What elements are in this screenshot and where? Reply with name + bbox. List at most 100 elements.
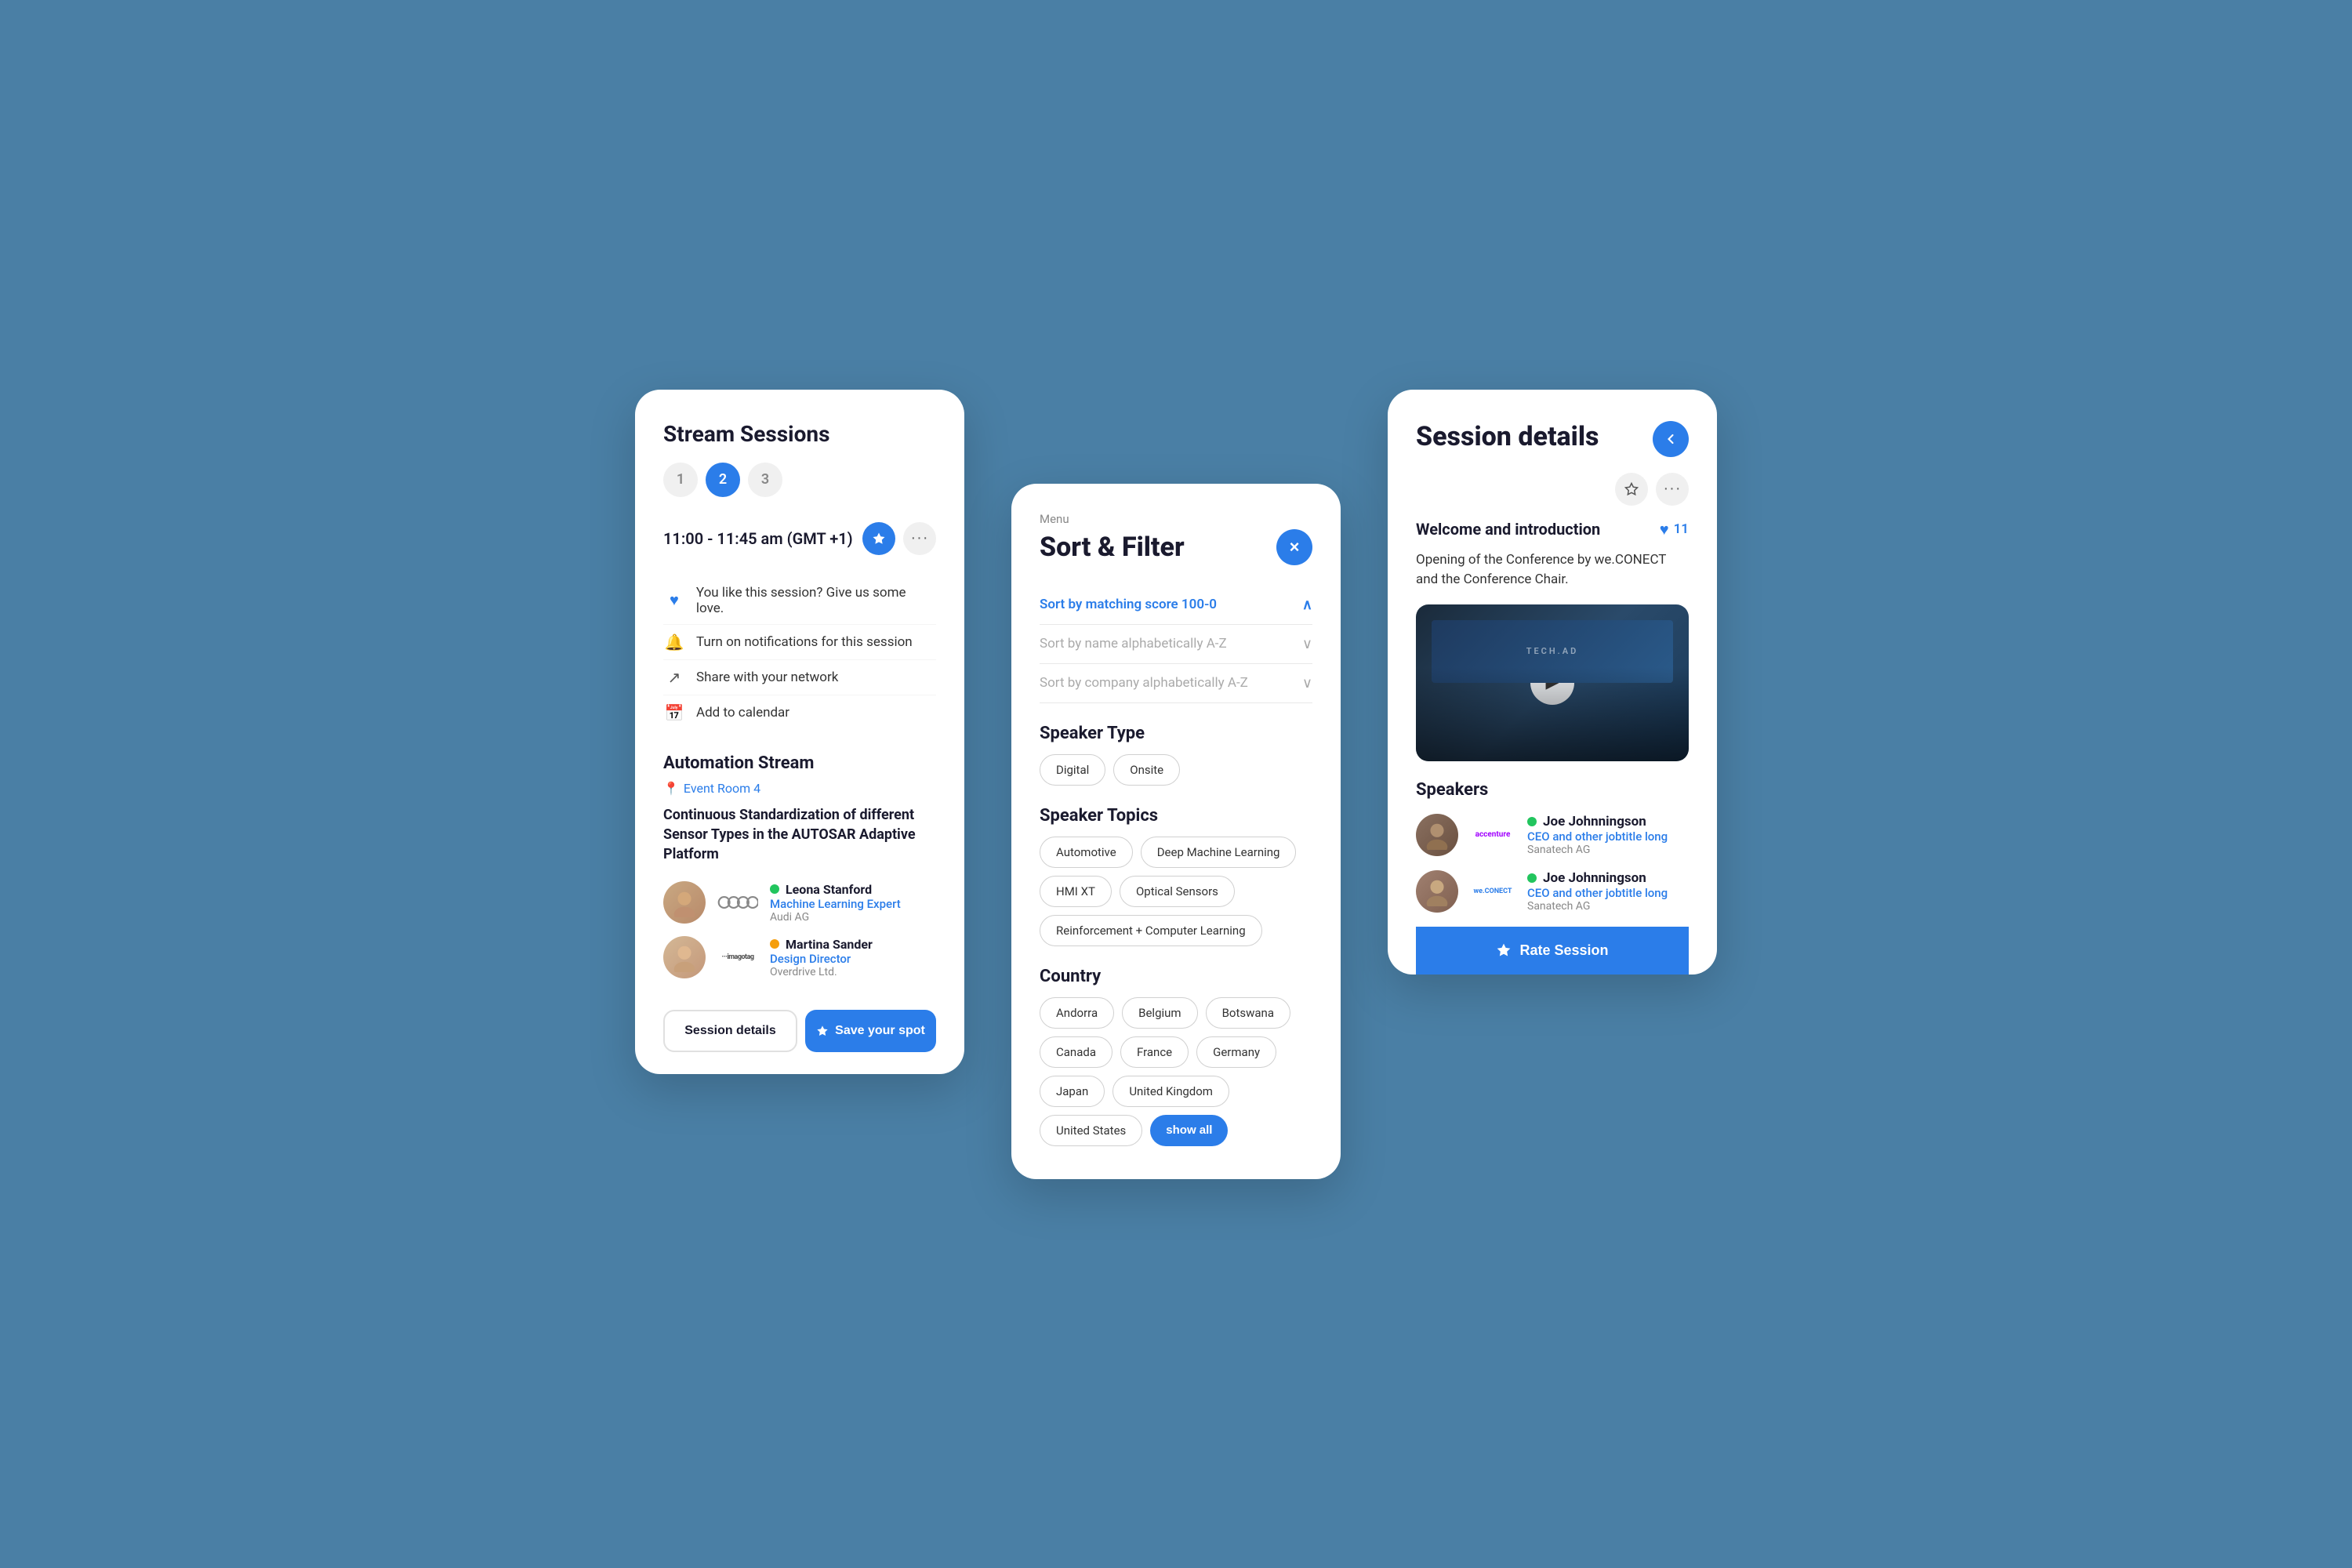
session-bookmark-button[interactable] xyxy=(1615,473,1648,506)
speaker-type-title: Speaker Type xyxy=(1040,724,1312,743)
chevron-up-icon: ∧ xyxy=(1302,597,1312,613)
heart-icon: ♥ xyxy=(663,590,685,610)
tag-botswana[interactable]: Botswana xyxy=(1206,997,1290,1029)
tag-digital[interactable]: Digital xyxy=(1040,754,1105,786)
tag-uk[interactable]: United Kingdom xyxy=(1112,1076,1229,1107)
location-pin-icon: 📍 xyxy=(663,781,679,796)
speaker-name: Martina Sander xyxy=(786,937,873,952)
rate-session-button[interactable]: Rate Session xyxy=(1416,927,1689,975)
like-count: ♥ 11 xyxy=(1660,520,1689,539)
session-speaker-joe2: we.CONECT Joe Johnningson CEO and other … xyxy=(1416,870,1689,913)
more-options-button[interactable]: ··· xyxy=(903,522,936,555)
speaker-company: Overdrive Ltd. xyxy=(770,966,873,978)
session-speaker-company-2: Sanatech AG xyxy=(1527,900,1668,913)
menu-label: Menu xyxy=(1040,512,1312,526)
calendar-action[interactable]: 📅 Add to calendar xyxy=(663,695,936,730)
bell-icon: 🔔 xyxy=(663,633,685,652)
tag-optical[interactable]: Optical Sensors xyxy=(1120,876,1235,907)
session-speaker-name: Joe Johnningson xyxy=(1543,814,1646,829)
automation-stream-title: Automation Stream xyxy=(663,753,936,773)
save-spot-button[interactable]: Save your spot xyxy=(805,1010,936,1052)
country-tags: Andorra Belgium Botswana Canada France G… xyxy=(1040,997,1312,1146)
sort-option-company[interactable]: Sort by company alphabetically A-Z ∨ xyxy=(1040,664,1312,703)
time-row: 11:00 - 11:45 am (GMT +1) ··· xyxy=(663,522,936,555)
tab-3[interactable]: 3 xyxy=(748,463,782,497)
speaker-topics-title: Speaker Topics xyxy=(1040,806,1312,826)
speaker-avatar-joe2 xyxy=(1416,870,1458,913)
notification-action[interactable]: 🔔 Turn on notifications for this session xyxy=(663,625,936,660)
rate-session-label: Rate Session xyxy=(1519,942,1608,959)
country-title: Country xyxy=(1040,967,1312,986)
tag-automotive[interactable]: Automotive xyxy=(1040,837,1133,868)
session-details-card: Session details ··· Welcome and introduc… xyxy=(1388,390,1717,975)
session-speaker-role-2: CEO and other jobtitle long xyxy=(1527,886,1668,900)
action-list: ♥ You like this session? Give us some lo… xyxy=(663,577,936,730)
stream-sessions-card: Stream Sessions 1 2 3 11:00 - 11:45 am (… xyxy=(635,390,964,1075)
tag-hmi[interactable]: HMI XT xyxy=(1040,876,1112,907)
speaker-role: Machine Learning Expert xyxy=(770,897,901,911)
session-header: Session details xyxy=(1416,421,1689,457)
like-action[interactable]: ♥ You like this session? Give us some lo… xyxy=(663,577,936,625)
video-crowd-overlay xyxy=(1416,667,1689,761)
tag-deep-ml[interactable]: Deep Machine Learning xyxy=(1141,837,1297,868)
filter-header: Sort & Filter × xyxy=(1040,529,1312,565)
like-number: 11 xyxy=(1674,521,1689,537)
heart-icon-blue: ♥ xyxy=(1660,520,1669,539)
speaker-company: Audi AG xyxy=(770,911,901,924)
tab-1[interactable]: 1 xyxy=(663,463,698,497)
back-button[interactable] xyxy=(1653,421,1689,457)
tag-france[interactable]: France xyxy=(1120,1036,1189,1068)
session-description: Opening of the Conference by we.CONECT a… xyxy=(1416,550,1689,590)
speaker-item-leona: Leona Stanford Machine Learning Expert A… xyxy=(663,881,936,924)
tag-canada[interactable]: Canada xyxy=(1040,1036,1112,1068)
welcome-title: Welcome and introduction xyxy=(1416,520,1600,539)
share-icon: ↗ xyxy=(663,668,685,687)
speaker-item-martina: ···imagotag Martina Sander Design Direct… xyxy=(663,936,936,978)
tag-reinforcement[interactable]: Reinforcement + Computer Learning xyxy=(1040,915,1262,946)
speaker-name: Leona Stanford xyxy=(786,882,872,897)
session-action-row: ··· xyxy=(1416,473,1689,506)
calendar-icon: 📅 xyxy=(663,703,685,722)
session-name: Continuous Standardization of different … xyxy=(663,805,936,865)
tag-andorra[interactable]: Andorra xyxy=(1040,997,1114,1029)
session-details-button[interactable]: Session details xyxy=(663,1010,797,1052)
chevron-down-icon-1: ∨ xyxy=(1302,636,1312,652)
speaker-role: Design Director xyxy=(770,952,873,966)
chevron-down-icon-2: ∨ xyxy=(1302,675,1312,691)
speaker-avatar-joe1 xyxy=(1416,814,1458,856)
speaker-type-tags: Digital Onsite xyxy=(1040,754,1312,786)
tag-onsite[interactable]: Onsite xyxy=(1113,754,1180,786)
speaker-info-leona: Leona Stanford Machine Learning Expert A… xyxy=(770,882,901,924)
session-welcome-row: Welcome and introduction ♥ 11 xyxy=(1416,520,1689,539)
speaker-list: Leona Stanford Machine Learning Expert A… xyxy=(663,881,936,978)
video-thumbnail[interactable]: TECH.AD ▶ xyxy=(1416,604,1689,761)
tag-japan[interactable]: Japan xyxy=(1040,1076,1105,1107)
tag-germany[interactable]: Germany xyxy=(1196,1036,1276,1068)
session-speaker-info-joe1: Joe Johnningson CEO and other jobtitle l… xyxy=(1527,814,1668,856)
audi-logo xyxy=(717,891,759,913)
show-all-button[interactable]: show all xyxy=(1150,1115,1228,1146)
session-speaker-company: Sanatech AG xyxy=(1527,844,1668,856)
status-dot-green-2 xyxy=(1527,873,1537,883)
session-speaker-info-joe2: Joe Johnningson CEO and other jobtitle l… xyxy=(1527,870,1668,913)
time-actions: ··· xyxy=(862,522,936,555)
tag-belgium[interactable]: Belgium xyxy=(1122,997,1197,1029)
share-action[interactable]: ↗ Share with your network xyxy=(663,660,936,695)
accenture-logo: accenture xyxy=(1469,824,1516,846)
close-filter-button[interactable]: × xyxy=(1276,529,1312,565)
status-dot-green xyxy=(770,884,779,894)
speaker-avatar-leona xyxy=(663,881,706,924)
session-speaker-joe1: accenture Joe Johnningson CEO and other … xyxy=(1416,814,1689,856)
sort-option-matching[interactable]: Sort by matching score 100-0 ∧ xyxy=(1040,586,1312,625)
speaker-avatar-martina xyxy=(663,936,706,978)
weconect-logo: we.CONECT xyxy=(1469,880,1516,902)
screens-container: Stream Sessions 1 2 3 11:00 - 11:45 am (… xyxy=(572,327,1780,1242)
session-more-button[interactable]: ··· xyxy=(1656,473,1689,506)
bookmark-button[interactable] xyxy=(862,522,895,555)
sort-option-name[interactable]: Sort by name alphabetically A-Z ∨ xyxy=(1040,625,1312,664)
speaker-info-martina: Martina Sander Design Director Overdrive… xyxy=(770,937,873,978)
tag-us[interactable]: United States xyxy=(1040,1115,1142,1146)
tab-2[interactable]: 2 xyxy=(706,463,740,497)
card-footer-buttons: Session details Save your spot xyxy=(663,997,936,1074)
status-dot-yellow xyxy=(770,939,779,949)
